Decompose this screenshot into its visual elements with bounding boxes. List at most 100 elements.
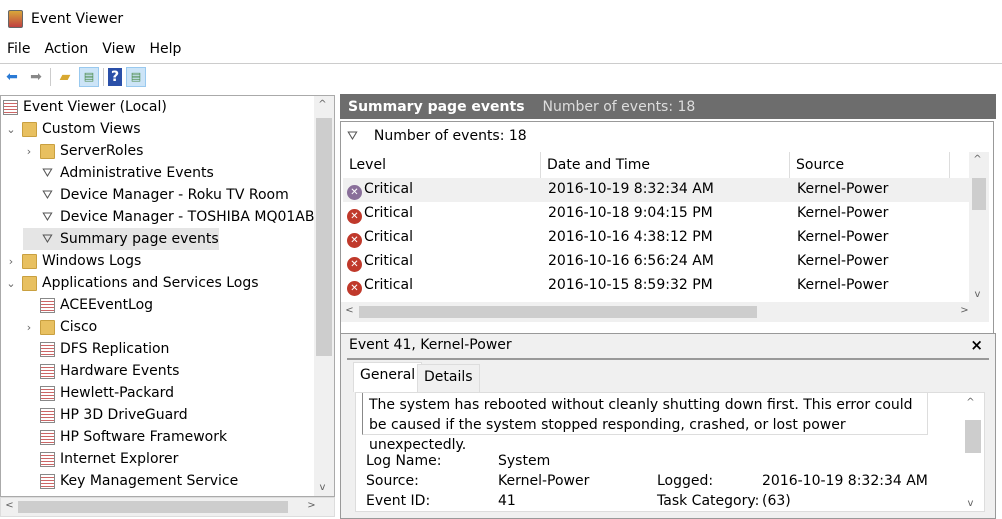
folder-icon (22, 253, 37, 269)
chevron-down-icon[interactable]: ⌄ (5, 123, 17, 136)
chevron-right-icon[interactable]: › (23, 145, 35, 158)
summary-header: Summary page events Number of events: 18 (340, 94, 996, 119)
cell-text: Kernel-Power (797, 205, 889, 221)
tree-horizontal-scrollbar[interactable]: < > (0, 497, 335, 517)
close-icon[interactable]: × (970, 336, 983, 354)
title-bar: Event Viewer (0, 0, 1002, 38)
tree-item[interactable]: Internet Explorer (23, 448, 178, 470)
filter-count: Number of events: 18 (373, 128, 527, 144)
table-row[interactable]: ✕ Critical 2016-10-18 9:04:15 PM Kernel-Pow… (343, 202, 971, 226)
event-list-horizontal-scrollbar[interactable]: < > (341, 302, 989, 322)
column-header-source[interactable]: Source (790, 152, 950, 178)
log-icon (40, 451, 55, 467)
tree-item[interactable]: HP Software Framework (23, 426, 227, 448)
log-icon (40, 407, 55, 423)
chevron-right-icon[interactable]: › (5, 255, 17, 268)
tree-item[interactable]: ⌄ Custom Views (5, 118, 140, 140)
tree-item[interactable]: › Cisco (23, 316, 97, 338)
menu-help[interactable]: Help (143, 38, 189, 62)
tree-item-label: Cisco (60, 319, 98, 335)
date-time-cell: 2016-10-18 9:04:15 PM (548, 205, 713, 221)
tab-general[interactable]: General (353, 362, 423, 392)
folder-icon (22, 121, 37, 137)
show-hide-action-pane-icon[interactable]: ▤ (126, 66, 146, 87)
tab-details[interactable]: Details (417, 364, 480, 392)
table-row[interactable]: ✕ Critical 2016-10-15 8:59:32 PM Kernel-Pow… (343, 274, 971, 298)
task-category-label: Task Category: (657, 493, 760, 509)
log-name-label: Log Name: (366, 453, 442, 469)
chevron-right-icon[interactable]: › (23, 321, 35, 334)
forward-icon[interactable]: ➡ (26, 67, 46, 87)
date-time-cell: 2016-10-19 8:32:34 AM (548, 181, 714, 197)
tree-item[interactable]: ⛛ Administrative Events (23, 162, 214, 184)
tree-item[interactable]: Event Viewer (Local) (3, 96, 167, 118)
tree-item-label: Hewlett-Packard (60, 385, 175, 401)
tree-item[interactable]: Hardware Events (23, 360, 179, 382)
menu-file[interactable]: File (0, 38, 37, 62)
table-row[interactable]: ✕ Critical 2016-10-16 6:56:24 AM Kernel-Pow… (343, 250, 971, 274)
log-name-value: System (498, 453, 551, 469)
show-hide-console-tree-icon[interactable]: ▤ (79, 66, 99, 87)
column-header-date-time[interactable]: Date and Time (541, 152, 790, 178)
tree-item[interactable]: HP 3D DriveGuard (23, 404, 188, 426)
event-detail-pane: Event 41, Kernel-Power × General Details… (340, 333, 996, 519)
back-icon[interactable]: ⬅ (2, 67, 22, 87)
event-count: Number of events: 18 (542, 98, 696, 115)
menu-view[interactable]: View (95, 38, 142, 62)
filter-icon: ⛛ (42, 231, 53, 247)
source-cell: Kernel-Power (797, 229, 888, 245)
log-icon (40, 363, 55, 379)
table-row[interactable]: ✕ Critical 2016-10-19 8:32:34 AM Kernel-Pow… (343, 178, 971, 202)
column-header-level[interactable]: Level (343, 152, 541, 178)
log-icon (40, 429, 55, 445)
cell-text: Critical (364, 205, 413, 221)
tree-item-label: Administrative Events (60, 165, 214, 181)
table-row[interactable]: ✕ Critical 2016-10-16 4:38:12 PM Kernel-Pow… (343, 226, 971, 250)
tree-item[interactable]: ⌄ Applications and Services Logs (5, 272, 259, 294)
cell-text: Critical (364, 229, 413, 245)
open-saved-log-icon[interactable]: ▰ (55, 67, 75, 87)
tree-vertical-scrollbar[interactable]: ^ v (314, 96, 334, 496)
view-title: Summary page events (348, 98, 525, 115)
tree-item[interactable]: › ServerRoles (23, 140, 144, 162)
level-cell: ✕ Critical (347, 229, 413, 248)
log-icon (40, 297, 55, 313)
window-title: Event Viewer (31, 11, 124, 27)
tree-item-label: Event Viewer (Local) (23, 99, 167, 115)
tree-item[interactable]: ⛛ Device Manager - TOSHIBA MQ01ABD (23, 206, 325, 228)
event-description: The system has rebooted without cleanly … (362, 393, 928, 453)
tree-item[interactable]: ⛛ Device Manager - Roku TV Room (23, 184, 289, 206)
tree-item-label: Device Manager - TOSHIBA MQ01ABD (60, 209, 326, 225)
level-cell: ✕ Critical (347, 181, 413, 200)
tree-item[interactable]: › Windows Logs (5, 250, 141, 272)
tree-item[interactable]: ACEEventLog (23, 294, 153, 316)
filter-icon: ⛛ (42, 187, 53, 203)
date-time-cell: 2016-10-16 6:56:24 AM (548, 253, 714, 269)
tree-item-label: Summary page events (60, 231, 219, 247)
event-list-vertical-scrollbar[interactable]: ^ v (969, 152, 989, 302)
task-category-value: (63) (762, 493, 791, 509)
tree-item[interactable]: ⛛ Summary page events (23, 228, 219, 250)
tree-item-label: Applications and Services Logs (42, 275, 259, 291)
logged-value: 2016-10-19 8:32:34 AM (762, 473, 928, 489)
filter-icon: ⛛ (347, 128, 358, 144)
menu-action[interactable]: Action (37, 38, 95, 62)
tree-item-label: DFS Replication (60, 341, 170, 357)
source-value: Kernel-Power (498, 473, 590, 489)
cell-text: 2016-10-16 6:56:24 AM (548, 253, 714, 269)
tree-item[interactable]: Key Management Service (23, 470, 238, 492)
main-pane: Summary page events Number of events: 18… (340, 94, 996, 519)
toolbar: ⬅ ➡ ▰ ▤ ? ▤ (0, 63, 1002, 89)
level-cell: ✕ Critical (347, 205, 413, 224)
log-icon (3, 99, 18, 115)
date-time-cell: 2016-10-16 4:38:12 PM (548, 229, 713, 245)
cell-text: Kernel-Power (797, 229, 889, 245)
source-cell: Kernel-Power (797, 253, 888, 269)
tree-item[interactable]: Hewlett-Packard (23, 382, 174, 404)
tree-item[interactable]: DFS Replication (23, 338, 169, 360)
cell-text: Critical (364, 277, 413, 293)
chevron-down-icon[interactable]: ⌄ (5, 277, 17, 290)
help-icon[interactable]: ? (108, 67, 122, 86)
detail-vertical-scrollbar[interactable]: ^ v (962, 393, 982, 511)
log-icon (40, 385, 55, 401)
